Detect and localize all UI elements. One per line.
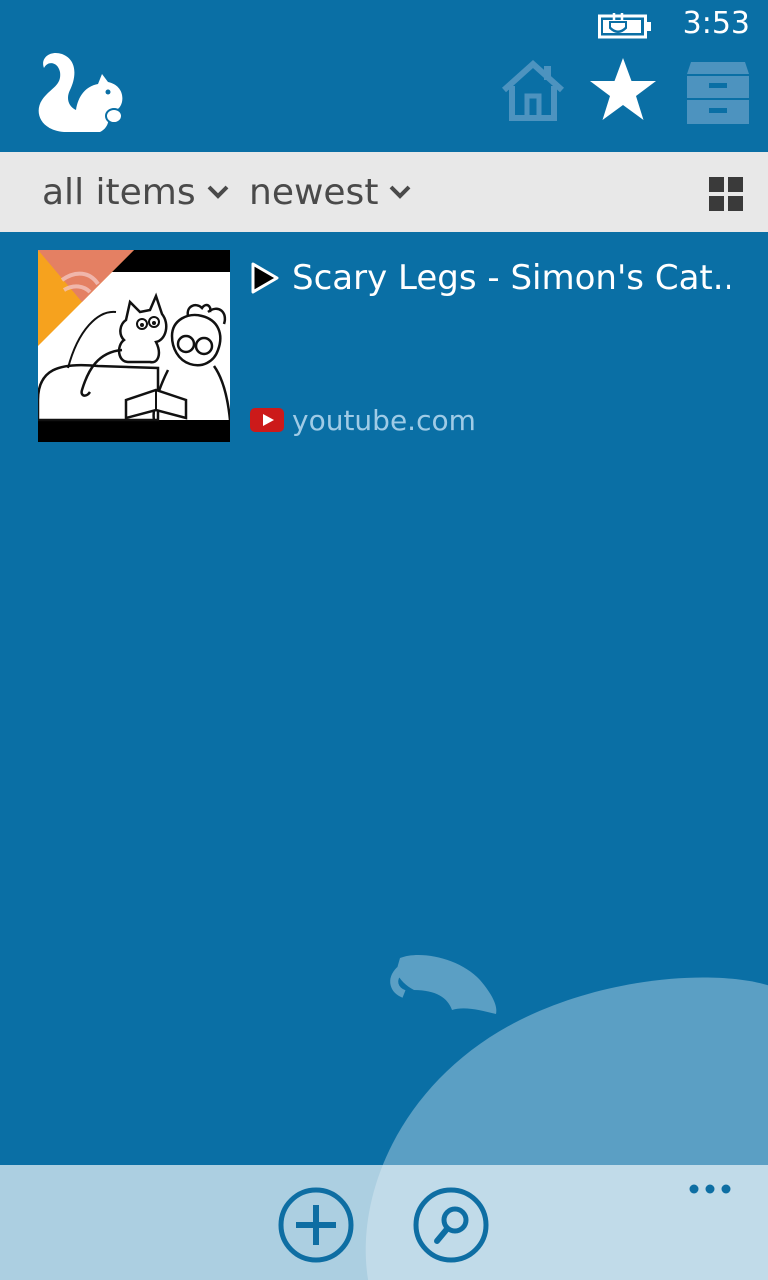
filter-bar: all items newest [0,152,768,232]
archive-icon[interactable] [683,56,753,126]
app-header [0,48,768,152]
scope-filter-dropdown[interactable]: all items [42,168,230,216]
status-bar: 3:53 [0,0,768,48]
item-source-domain: youtube.com [292,403,476,437]
cartoon-thumbnail-image [38,250,230,442]
chevron-down-icon [207,185,229,199]
list-item[interactable]: Scary Legs - Simon's Cat... youtube.com [38,250,738,442]
sort-filter-dropdown[interactable]: newest [249,168,412,216]
sort-filter-label: newest [249,171,379,213]
star-icon[interactable] [588,56,658,126]
app-bar [0,1165,768,1280]
grid-view-icon[interactable] [709,177,743,211]
home-icon[interactable] [498,56,568,126]
play-icon [251,262,279,294]
status-time: 3:53 [682,6,750,41]
battery-charging-icon [598,12,651,39]
youtube-icon [250,408,284,432]
search-icon[interactable] [413,1187,489,1263]
add-icon[interactable] [278,1187,354,1263]
more-dots-icon[interactable] [688,1183,732,1195]
item-source: youtube.com [250,400,476,440]
item-title-row[interactable]: Scary Legs - Simon's Cat... [250,254,730,302]
chevron-down-icon [390,185,411,199]
scope-filter-label: all items [42,171,196,213]
item-thumbnail [38,250,230,442]
item-title: Scary Legs - Simon's Cat... [292,258,730,298]
squirrel-icon[interactable] [34,50,126,136]
